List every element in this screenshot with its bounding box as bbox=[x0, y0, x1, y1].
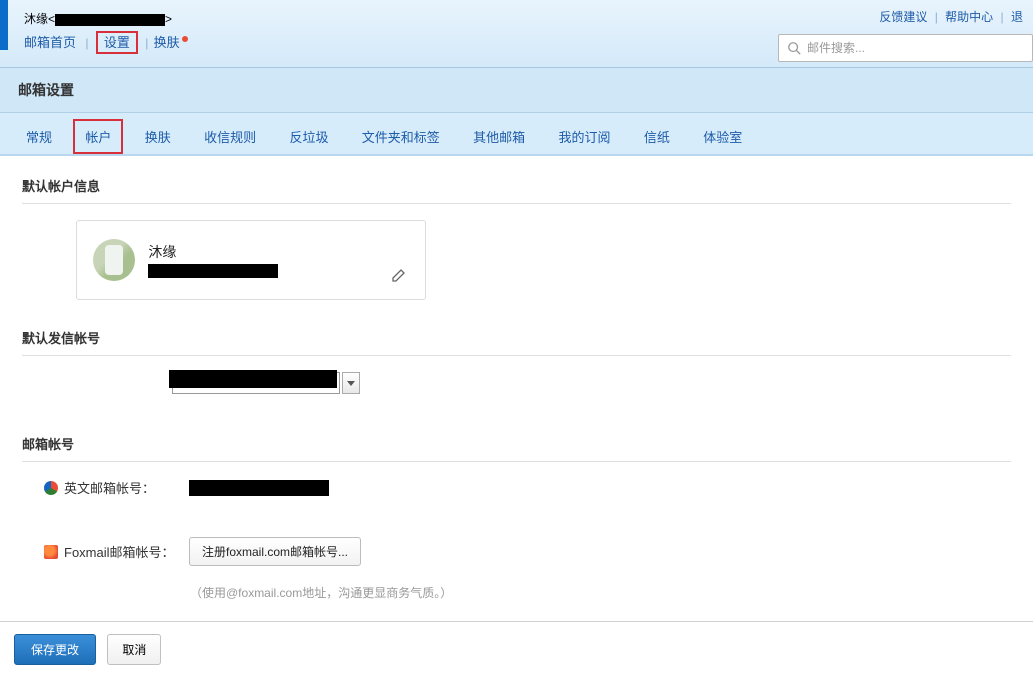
top-header: 沐缘< > 邮箱首页 | 设置 | 换肤 反馈建议 | 帮助中心 | 退 bbox=[0, 0, 1033, 68]
select-dropdown-icon[interactable] bbox=[342, 372, 360, 394]
tab-account[interactable]: 帐户 bbox=[73, 119, 123, 154]
foxmail-label-wrap: Foxmail邮箱帐号： bbox=[44, 542, 189, 561]
row-en-account: 英文邮箱帐号： bbox=[44, 478, 1011, 497]
section-default-sender: 默认发信帐号 bbox=[22, 328, 1011, 394]
tab-skin[interactable]: 换肤 bbox=[133, 119, 183, 154]
tab-paper[interactable]: 信纸 bbox=[632, 119, 682, 154]
account-card: 沐缘 bbox=[76, 220, 426, 300]
section-email-accounts: 邮箱帐号 英文邮箱帐号： Foxmail邮箱帐号： 注册foxmail.com邮… bbox=[22, 434, 1011, 601]
user-name-suffix: > bbox=[165, 12, 172, 26]
watermark: https://blog.csdn.net/weixin_44736359 bbox=[785, 653, 1023, 669]
tab-folders[interactable]: 文件夹和标签 bbox=[350, 119, 452, 154]
en-account-label-wrap: 英文邮箱帐号： bbox=[44, 478, 189, 497]
link-help[interactable]: 帮助中心 bbox=[945, 10, 993, 24]
tab-general[interactable]: 常规 bbox=[14, 119, 64, 154]
section-title-default-account: 默认帐户信息 bbox=[22, 176, 1011, 204]
foxmail-hint: （使用@foxmail.com地址，沟通更显商务气质。） bbox=[190, 584, 1011, 601]
tab-rules[interactable]: 收信规则 bbox=[192, 119, 268, 154]
user-info: 沐缘< > bbox=[24, 10, 172, 27]
skin-notification-dot bbox=[182, 36, 188, 42]
page-title-bar: 邮箱设置 bbox=[0, 68, 1033, 113]
link-exit[interactable]: 退 bbox=[1011, 10, 1023, 24]
sender-select-wrap bbox=[172, 372, 1011, 394]
tab-other[interactable]: 其他邮箱 bbox=[461, 119, 537, 154]
link-feedback[interactable]: 反馈建议 bbox=[879, 10, 927, 24]
search-wrap bbox=[778, 34, 1033, 62]
tab-lab[interactable]: 体验室 bbox=[691, 119, 754, 154]
page-title: 邮箱设置 bbox=[18, 80, 1015, 100]
avatar bbox=[93, 239, 135, 281]
section-title-default-sender: 默认发信帐号 bbox=[22, 328, 1011, 356]
edit-icon[interactable] bbox=[391, 267, 407, 283]
en-account-label: 英文邮箱帐号： bbox=[64, 478, 155, 497]
foxmail-icon bbox=[44, 545, 58, 559]
link-sep: | bbox=[935, 10, 938, 24]
tab-spam[interactable]: 反垃圾 bbox=[277, 119, 340, 154]
content: 默认帐户信息 沐缘 默认发信帐号 邮箱帐号 英文邮箱帐号： bbox=[0, 156, 1033, 621]
top-right-links: 反馈建议 | 帮助中心 | 退 bbox=[879, 8, 1023, 25]
user-email-redacted bbox=[55, 14, 165, 26]
account-text: 沐缘 bbox=[148, 242, 278, 278]
sender-value-redacted bbox=[169, 370, 337, 388]
search-box[interactable] bbox=[778, 34, 1033, 62]
sender-select[interactable] bbox=[172, 372, 340, 394]
section-default-account: 默认帐户信息 沐缘 bbox=[22, 176, 1011, 300]
footer-buttons: 保存更改 取消 https://blog.csdn.net/weixin_447… bbox=[0, 621, 1033, 677]
section-title-email-accounts: 邮箱帐号 bbox=[22, 434, 1011, 462]
globe-icon bbox=[44, 481, 58, 495]
foxmail-label: Foxmail邮箱帐号： bbox=[64, 542, 175, 561]
tab-subscribe[interactable]: 我的订阅 bbox=[547, 119, 623, 154]
nav-sep: | bbox=[145, 36, 148, 50]
user-name-prefix: 沐缘< bbox=[24, 12, 55, 26]
nav-settings[interactable]: 设置 bbox=[96, 31, 138, 54]
tabs-bar: 常规 帐户 换肤 收信规则 反垃圾 文件夹和标签 其他邮箱 我的订阅 信纸 体验… bbox=[0, 113, 1033, 156]
en-account-value-redacted bbox=[189, 480, 329, 496]
register-foxmail-button[interactable]: 注册foxmail.com邮箱帐号... bbox=[189, 537, 361, 566]
search-icon bbox=[787, 41, 801, 55]
nav-home[interactable]: 邮箱首页 bbox=[24, 35, 76, 50]
link-sep: | bbox=[1001, 10, 1004, 24]
row-foxmail-account: Foxmail邮箱帐号： 注册foxmail.com邮箱帐号... bbox=[44, 537, 1011, 566]
header-nav: 邮箱首页 | 设置 | 换肤 bbox=[24, 32, 188, 51]
search-input[interactable] bbox=[807, 41, 1024, 55]
account-name: 沐缘 bbox=[148, 242, 278, 262]
nav-sep: | bbox=[85, 36, 88, 50]
nav-skin[interactable]: 换肤 bbox=[154, 35, 180, 50]
account-email-redacted bbox=[148, 264, 278, 278]
